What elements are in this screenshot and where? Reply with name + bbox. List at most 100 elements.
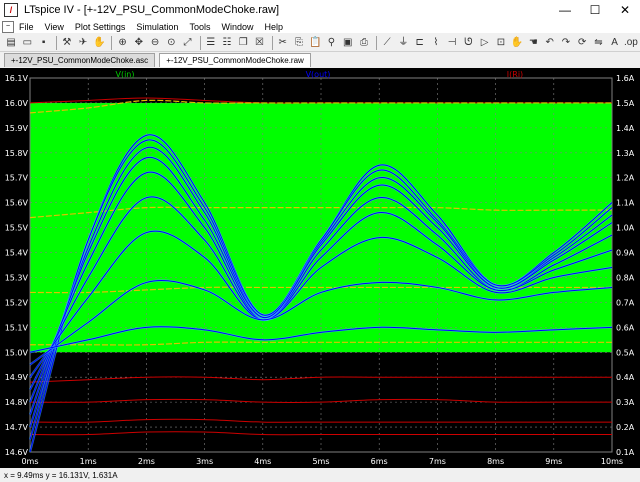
x-tick-label: 5ms — [312, 457, 329, 466]
menu-file[interactable]: File — [14, 22, 40, 32]
status-bar: x = 9.49ms y = 16.131V, 1.631A — [0, 470, 640, 482]
y-left-tick-label: 15.1V — [5, 323, 29, 332]
y-right-tick-label: 1.2A — [616, 174, 635, 183]
ltspice-app-icon: / — [4, 3, 18, 17]
y-right-tick-label: 0.4A — [616, 373, 635, 382]
undo-icon[interactable]: ↶ — [543, 36, 557, 50]
y-left-tick-label: 14.9V — [5, 373, 29, 382]
y-left-tick-label: 15.6V — [5, 199, 29, 208]
trace-legend-label: V(in) — [115, 70, 134, 79]
x-tick-label: 9ms — [545, 457, 562, 466]
y-right-tick-label: 1.1A — [616, 199, 635, 208]
document-menu-icon[interactable]: ~ — [2, 20, 14, 33]
rotate-icon[interactable]: ⟳ — [575, 36, 589, 50]
menu-bar: ~ File View Plot Settings Simulation Too… — [0, 20, 640, 33]
menu-simulation[interactable]: Simulation — [131, 22, 184, 32]
waveform-svg[interactable]: 0ms 1ms 2ms 3ms 4ms 5ms 6ms 7ms 8ms 9ms 10ms 16.1V 1… — [0, 68, 640, 468]
resistor-icon[interactable]: ⌇ — [429, 36, 443, 50]
tab-waveform[interactable]: +-12V_PSU_CommonModeChoke.raw — [159, 53, 311, 67]
redo-icon[interactable]: ↷ — [559, 36, 573, 50]
y-right-tick-label: 0.2A — [616, 423, 635, 432]
cut-icon[interactable]: ✂ — [276, 36, 290, 50]
menu-plot-settings[interactable]: Plot Settings — [70, 22, 132, 32]
trace-legend-label: V(out) — [306, 70, 331, 79]
paste-icon[interactable]: 📋 — [308, 36, 322, 50]
y-left-tick-label: 15.2V — [5, 298, 29, 307]
y-right-tick-label: 0.3A — [616, 398, 635, 407]
tile-horizontal-icon[interactable]: ☰ — [204, 36, 218, 50]
autorange-icon[interactable]: ⤢ — [180, 36, 194, 50]
capacitor-icon[interactable]: ⊣ — [445, 36, 459, 50]
close-button[interactable]: ✕ — [610, 0, 640, 20]
y-left-tick-label: 15.9V — [5, 124, 29, 133]
y-left-tick-label: 16.1V — [5, 74, 29, 83]
minimize-button[interactable]: — — [550, 0, 580, 20]
mirror-icon[interactable]: ⇋ — [591, 36, 605, 50]
y-left-tick-label: 16.0V — [5, 99, 29, 108]
new-schematic-icon[interactable]: ▤ — [4, 36, 18, 50]
ground-icon[interactable]: ⏚ — [396, 36, 410, 50]
maximize-button[interactable]: ☐ — [580, 0, 610, 20]
drag-icon[interactable]: ☚ — [526, 36, 540, 50]
tile-vertical-icon[interactable]: ☷ — [220, 36, 234, 50]
toolbar-separator — [376, 35, 378, 50]
copy-icon[interactable]: ⎘ — [292, 36, 306, 50]
toolbar-separator — [199, 35, 201, 50]
open-folder-icon[interactable]: ▭ — [20, 36, 34, 50]
menu-view[interactable]: View — [40, 22, 70, 32]
cascade-icon[interactable]: ❐ — [236, 36, 250, 50]
x-tick-label: 4ms — [254, 457, 271, 466]
find-icon[interactable]: ⚲ — [324, 36, 338, 50]
waveform-plot[interactable]: 0ms 1ms 2ms 3ms 4ms 5ms 6ms 7ms 8ms 9ms 10ms 16.1V 1… — [0, 68, 640, 468]
save-icon[interactable]: ▪ — [37, 36, 51, 50]
title-bar: / LTspice IV - [+-12V_PSU_CommonModeChok… — [0, 0, 640, 21]
halt-icon[interactable]: ✋ — [92, 36, 106, 50]
tab-bar: +-12V_PSU_CommonModeChoke.asc +-12V_PSU_… — [0, 53, 640, 67]
y-right-tick-label: 1.6A — [616, 74, 635, 83]
inductor-icon[interactable]: ᘎ — [461, 36, 475, 50]
spice-directive-icon[interactable]: .op — [624, 36, 638, 50]
x-tick-label: 6ms — [371, 457, 388, 466]
y-right-tick-label: 0.1A — [616, 448, 635, 457]
toolbar: ▤ ▭ ▪ ⚒ ✈ ✋ ⊕ ✥ ⊖ ⊙ ⤢ ☰ ☷ ❐ ☒ ✂ ⎘ 📋 ⚲ ▣ … — [0, 34, 640, 52]
x-tick-label: 8ms — [487, 457, 504, 466]
menu-tools[interactable]: Tools — [184, 22, 216, 32]
x-tick-label: 1ms — [80, 457, 97, 466]
y-left-tick-label: 15.8V — [5, 149, 29, 158]
pan-icon[interactable]: ✥ — [132, 36, 146, 50]
diode-icon[interactable]: ▷ — [478, 36, 492, 50]
tab-schematic[interactable]: +-12V_PSU_CommonModeChoke.asc — [4, 53, 156, 67]
zoom-fit-icon[interactable]: ⊙ — [164, 36, 178, 50]
menu-window[interactable]: Window — [216, 22, 259, 32]
y-right-tick-label: 0.7A — [616, 298, 635, 307]
y-left-tick-label: 15.7V — [5, 174, 29, 183]
y-left-tick-label: 15.5V — [5, 224, 29, 233]
y-right-tick-label: 0.6A — [616, 323, 635, 332]
y-right-tick-label: 1.4A — [616, 124, 635, 133]
y-left-tick-label: 15.3V — [5, 273, 29, 282]
x-tick-label: 7ms — [429, 457, 446, 466]
wire-icon[interactable]: ⟋ — [380, 36, 394, 50]
y-left-tick-label: 14.6V — [5, 448, 29, 457]
x-tick-label: 2ms — [138, 457, 155, 466]
text-icon[interactable]: A — [608, 36, 622, 50]
label-icon[interactable]: ⊏ — [413, 36, 427, 50]
control-panel-icon[interactable]: ⚒ — [60, 36, 74, 50]
y-right-tick-label: 1.0A — [616, 224, 635, 233]
zoom-out-icon[interactable]: ⊖ — [148, 36, 162, 50]
x-tick-label: 10ms — [601, 457, 623, 466]
print-icon[interactable]: ⎙ — [357, 36, 371, 50]
close-window-icon[interactable]: ☒ — [252, 36, 266, 50]
menu-help[interactable]: Help — [259, 22, 289, 32]
run-simulation-icon[interactable]: ✈ — [76, 36, 90, 50]
y-right-tick-label: 1.5A — [616, 99, 635, 108]
zoom-in-icon[interactable]: ⊕ — [115, 36, 129, 50]
y-right-tick-label: 0.8A — [616, 273, 635, 282]
x-tick-label: 3ms — [196, 457, 213, 466]
component-icon[interactable]: ⊡ — [494, 36, 508, 50]
move-icon[interactable]: ✋ — [510, 36, 524, 50]
x-tick-label: 0ms — [21, 457, 38, 466]
window-title: LTspice IV - [+-12V_PSU_CommonModeChoke.… — [24, 4, 280, 16]
toolbar-separator — [271, 35, 273, 50]
print-preview-icon[interactable]: ▣ — [341, 36, 355, 50]
